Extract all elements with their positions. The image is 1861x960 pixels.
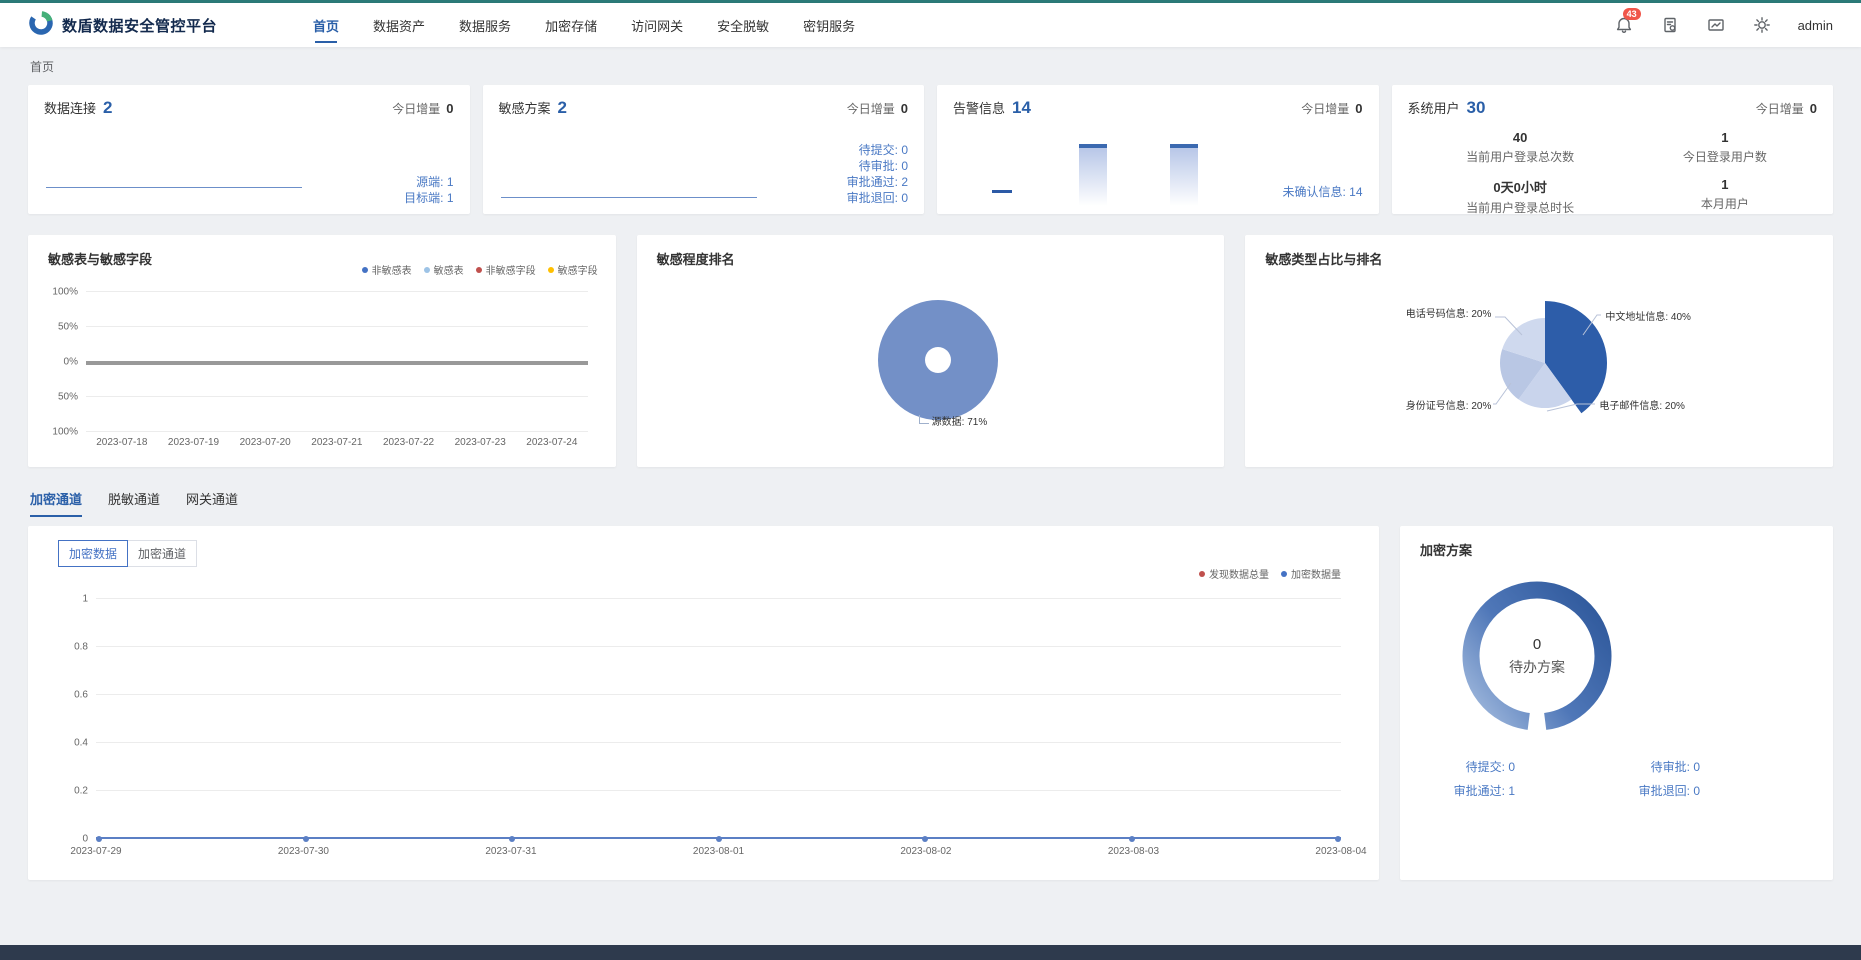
nav-access-gateway[interactable]: 访问网关 xyxy=(631,3,683,47)
stat-cards-row: 数据连接 2 今日增量 0 源端: 1 目标端: 1 敏感方案 2 今日增量 0 待… xyxy=(28,85,1833,214)
app-logo-icon xyxy=(28,10,54,41)
card-title: 数据连接 xyxy=(44,98,96,117)
alert-mini-bar xyxy=(992,190,1012,193)
card-value: 14 xyxy=(1012,98,1031,118)
pie-label-address: 中文地址信息: 40% xyxy=(1605,308,1691,323)
target-label: 目标端: xyxy=(404,191,443,205)
scheme-status-counts: 待提交: 0 待审批: 0 审批通过: 2 审批退回: 0 xyxy=(847,142,908,206)
card-sensitive-schemes: 敏感方案 2 今日增量 0 待提交: 0 待审批: 0 审批通过: 2 审批退回:… xyxy=(483,85,925,214)
dashboard-icon[interactable] xyxy=(1706,15,1726,35)
pie-label-email: 电子邮件信息: 20% xyxy=(1599,397,1685,412)
panel-title: 敏感程度排名 xyxy=(657,249,735,268)
source-label: 源端: xyxy=(416,175,443,189)
unconfirmed-alerts-link: 未确认信息: 14 xyxy=(1282,184,1362,200)
panel-encrypt-channel-chart: 加密数据 加密通道 发现数据总量 加密数据量 1 0.8 0.6 0.4 0.2… xyxy=(28,526,1379,880)
user-stats-grid: 40当前用户登录总次数 1今日登录用户数 0天0小时当前用户登录总时长 1本月用… xyxy=(1408,130,1818,216)
delta-value: 0 xyxy=(1810,101,1817,116)
nav-data-services[interactable]: 数据服务 xyxy=(459,3,511,47)
pending-label: 待办方案 xyxy=(1509,657,1565,677)
plan-donut-chart[interactable]: 0 待办方案 xyxy=(1437,556,1637,756)
bell-icon[interactable]: 43 xyxy=(1614,15,1634,35)
brand: 数盾数据安全管控平台 xyxy=(28,10,217,41)
toggle-encrypt-data-button[interactable]: 加密数据 xyxy=(58,540,128,567)
sensitivity-donut-chart[interactable] xyxy=(878,300,998,420)
delta-label: 今日增量 xyxy=(847,102,895,116)
leader-line xyxy=(919,415,929,424)
user-menu[interactable]: admin xyxy=(1798,18,1833,33)
charts-row: 敏感表与敏感字段 非敏感表 敏感表 非敏感字段 敏感字段 100% 50% 0%… xyxy=(28,235,1833,467)
chart-legend: 发现数据总量 加密数据量 xyxy=(1199,566,1341,581)
chart-legend: 非敏感表 敏感表 非敏感字段 敏感字段 xyxy=(362,262,598,277)
delta-label: 今日增量 xyxy=(1301,102,1349,116)
source-value: 1 xyxy=(447,175,454,189)
delta-label: 今日增量 xyxy=(1756,102,1804,116)
x-axis-labels: 2023-07-29 2023-07-30 2023-07-31 2023-08… xyxy=(96,846,1341,860)
panel-sensitive-type-share: 敏感类型占比与排名 电话号码信息: 20% 中文地址信息: 40% 身份证号信息… xyxy=(1245,235,1833,467)
pie-label-phone: 电话号码信息: 20% xyxy=(1385,305,1491,320)
delta-value: 0 xyxy=(1355,101,1362,116)
nav-home[interactable]: 首页 xyxy=(313,3,339,47)
notification-badge: 43 xyxy=(1623,8,1641,20)
line-chart-plot: 100% 50% 0% 50% 100% 2023-07-182023-07-1… xyxy=(86,291,588,431)
rose-pie-chart[interactable] xyxy=(1245,235,1831,467)
nav-encrypted-storage[interactable]: 加密存储 xyxy=(545,3,597,47)
settings-gear-icon[interactable] xyxy=(1752,15,1772,35)
toggle-encrypt-channel-button[interactable]: 加密通道 xyxy=(127,540,197,567)
channel-tabs: 加密通道 脱敏通道 网关通道 xyxy=(28,489,1833,517)
nav-security-masking[interactable]: 安全脱敏 xyxy=(717,3,769,47)
data-point-markers xyxy=(96,836,1341,842)
chart-toggle-group: 加密数据 加密通道 xyxy=(58,540,197,567)
delta-value: 0 xyxy=(901,101,908,116)
card-data-connections: 数据连接 2 今日增量 0 源端: 1 目标端: 1 xyxy=(28,85,470,214)
breadcrumb: 首页 xyxy=(28,47,1833,85)
card-title: 系统用户 xyxy=(1408,98,1460,117)
delta-value: 0 xyxy=(446,101,453,116)
nav-key-services[interactable]: 密钥服务 xyxy=(803,3,855,47)
plan-status-counts: 待提交: 0 待审批: 0 审批通过: 1 审批退回: 0 xyxy=(1420,758,1700,799)
header-actions: 43 admin xyxy=(1614,15,1833,35)
sparkline xyxy=(46,187,302,188)
tab-gateway-channel[interactable]: 网关通道 xyxy=(186,489,238,517)
app-header: 数盾数据安全管控平台 首页 数据资产 数据服务 加密存储 访问网关 安全脱敏 密… xyxy=(0,3,1861,47)
card-value: 2 xyxy=(558,98,567,118)
card-value: 2 xyxy=(103,98,112,118)
footer-bar xyxy=(0,945,1861,960)
alert-bar xyxy=(1079,144,1107,206)
pie-label-idcard: 身份证号信息: 20% xyxy=(1385,397,1491,412)
panel-encrypt-plan: 加密方案 0 待办方案 xyxy=(1400,526,1833,880)
x-axis-labels: 2023-07-182023-07-192023-07-202023-07-21… xyxy=(86,437,588,448)
tab-masking-channel[interactable]: 脱敏通道 xyxy=(108,489,160,517)
line-chart-plot: 1 0.8 0.6 0.4 0.2 0 2023-07-29 2023-07-3… xyxy=(96,598,1341,838)
card-alerts: 告警信息 14 今日增量 0 未确认信息: 14 xyxy=(937,85,1379,214)
panel-sensitivity-rank: 敏感程度排名 源数据: 71% xyxy=(637,235,1225,467)
target-value: 1 xyxy=(447,191,454,205)
panel-sensitive-tables-fields: 敏感表与敏感字段 非敏感表 敏感表 非敏感字段 敏感字段 100% 50% 0%… xyxy=(28,235,616,467)
app-title: 数盾数据安全管控平台 xyxy=(62,15,217,36)
donut-label: 源数据: 71% xyxy=(919,413,988,428)
audit-log-icon[interactable] xyxy=(1660,15,1680,35)
card-system-users: 系统用户 30 今日增量 0 40当前用户登录总次数 1今日登录用户数 0天0小时… xyxy=(1392,85,1834,214)
card-title: 告警信息 xyxy=(953,98,1005,117)
card-title: 敏感方案 xyxy=(499,98,551,117)
plan-donut-center: 0 待办方案 xyxy=(1437,556,1637,756)
sparkline xyxy=(501,197,757,198)
delta-label: 今日增量 xyxy=(392,102,440,116)
tab-encrypt-channel[interactable]: 加密通道 xyxy=(30,489,82,517)
panel-title: 敏感表与敏感字段 xyxy=(48,249,152,268)
bottom-row: 加密数据 加密通道 发现数据总量 加密数据量 1 0.8 0.6 0.4 0.2… xyxy=(28,526,1833,880)
pending-count: 0 xyxy=(1533,636,1541,653)
main-nav: 首页 数据资产 数据服务 加密存储 访问网关 安全脱敏 密钥服务 xyxy=(313,3,855,47)
alert-bar xyxy=(1170,144,1198,206)
nav-data-assets[interactable]: 数据资产 xyxy=(373,3,425,47)
connection-counts: 源端: 1 目标端: 1 xyxy=(404,174,453,206)
card-value: 30 xyxy=(1467,98,1486,118)
